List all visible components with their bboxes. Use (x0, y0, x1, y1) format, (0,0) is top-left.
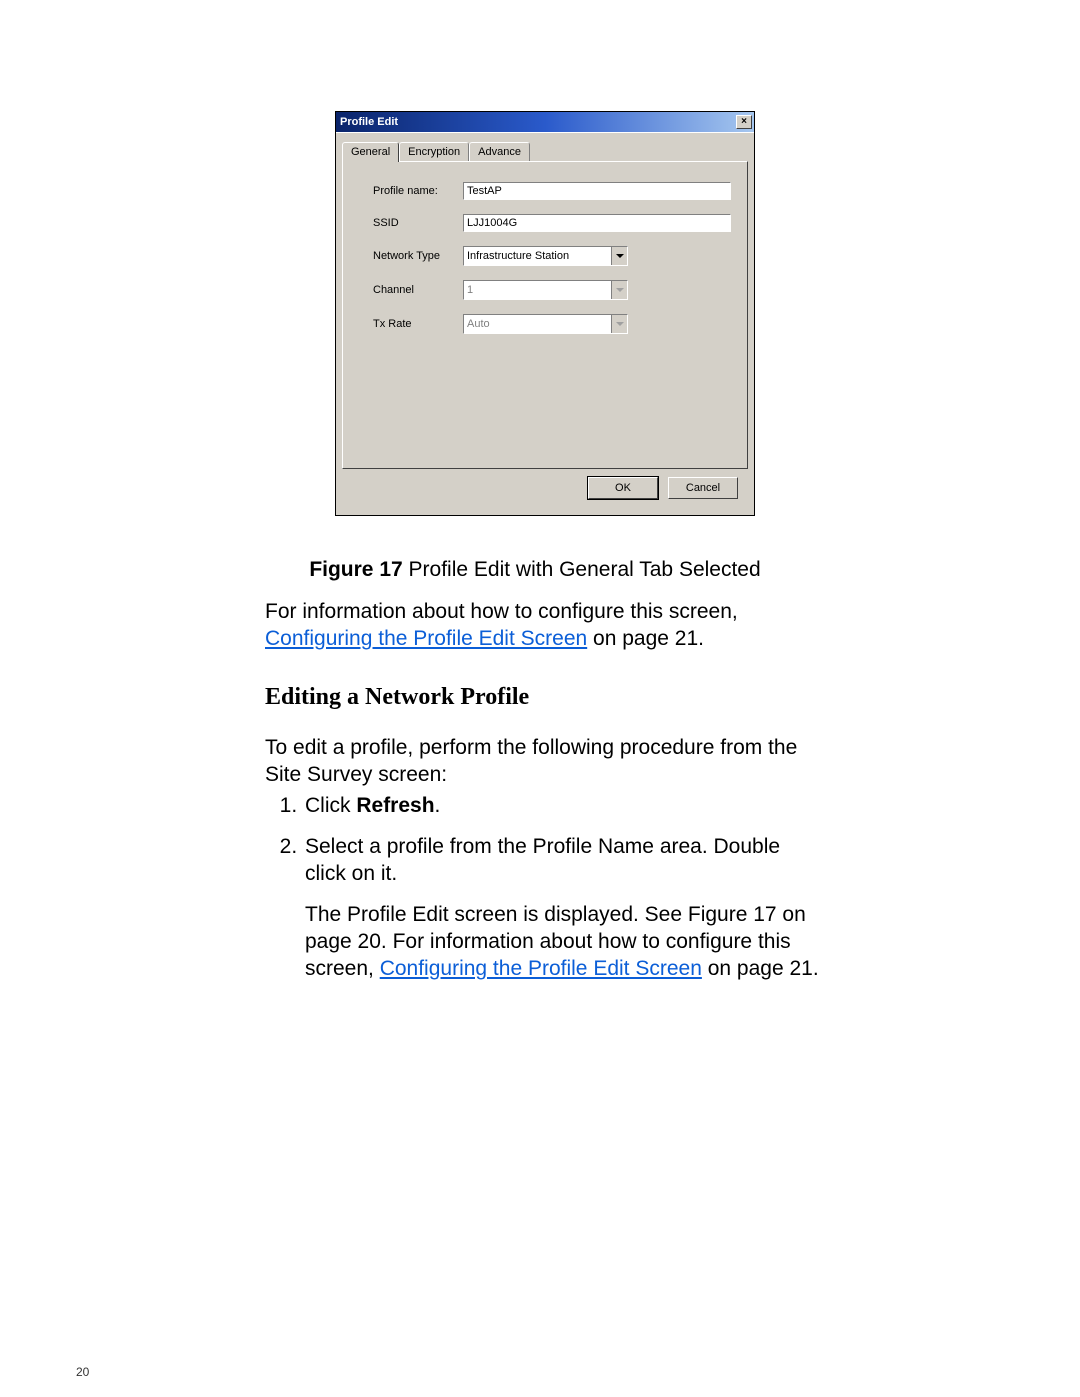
tab-advance[interactable]: Advance (469, 142, 530, 161)
close-button[interactable]: × (736, 115, 752, 129)
titlebar: Profile Edit × (336, 112, 754, 132)
figure-caption-text: Profile Edit with General Tab Selected (403, 558, 761, 581)
step-1-action: Refresh (356, 794, 434, 817)
step-2-text: Select a profile from the Profile Name a… (305, 835, 780, 885)
chevron-down-icon (611, 281, 627, 299)
tab-panel-general: Profile name: TestAP SSID LJJ1004G Netwo… (342, 161, 748, 469)
dialog-body: General Encryption Advance Profile name:… (336, 132, 754, 515)
cancel-button[interactable]: Cancel (668, 477, 738, 499)
channel-value: 1 (467, 284, 473, 296)
label-network-type: Network Type (373, 250, 463, 262)
tx-rate-select: Auto (463, 314, 628, 334)
figure-label: Figure 17 (309, 558, 402, 581)
step-2-detail: The Profile Edit screen is displayed. Se… (305, 901, 821, 982)
link-configuring-profile-edit-screen[interactable]: Configuring the Profile Edit Screen (265, 627, 587, 650)
step-1-prefix: Click (305, 794, 356, 817)
tab-general[interactable]: General (342, 142, 399, 162)
figure-info-suffix: on page 21. (587, 627, 704, 650)
step-1: Click Refresh. (303, 792, 821, 819)
step-2: Select a profile from the Profile Name a… (303, 833, 821, 982)
ssid-input[interactable]: LJJ1004G (463, 214, 731, 232)
tx-rate-value: Auto (467, 318, 490, 330)
step-1-suffix: . (435, 794, 441, 817)
profile-name-input[interactable]: TestAP (463, 182, 731, 200)
figure-info-prefix: For information about how to configure t… (265, 600, 738, 623)
label-profile-name: Profile name: (373, 185, 463, 197)
step-2-detail-suffix: on page 21. (702, 957, 819, 980)
steps-list: Click Refresh. Select a profile from the… (265, 792, 821, 996)
tabbar: General Encryption Advance (342, 139, 748, 161)
network-type-select[interactable]: Infrastructure Station (463, 246, 628, 266)
chevron-down-icon (611, 315, 627, 333)
ok-button[interactable]: OK (588, 477, 658, 499)
label-tx-rate: Tx Rate (373, 318, 463, 330)
label-ssid: SSID (373, 217, 463, 229)
figure-caption: Figure 17 Profile Edit with General Tab … (295, 558, 775, 582)
section-intro: To edit a profile, perform the following… (265, 734, 821, 788)
profile-edit-dialog: Profile Edit × General Encryption Advanc… (335, 111, 755, 516)
page-number: 20 (76, 1365, 89, 1379)
channel-select: 1 (463, 280, 628, 300)
section-heading: Editing a Network Profile (265, 684, 529, 711)
figure-info-paragraph: For information about how to configure t… (265, 598, 821, 652)
tab-encryption[interactable]: Encryption (399, 142, 469, 161)
dialog-buttons: OK Cancel (342, 469, 748, 509)
label-channel: Channel (373, 284, 463, 296)
link-configuring-profile-edit-screen-2[interactable]: Configuring the Profile Edit Screen (380, 957, 702, 980)
window-title: Profile Edit (340, 116, 398, 128)
network-type-value: Infrastructure Station (467, 250, 569, 262)
chevron-down-icon[interactable] (611, 247, 627, 265)
